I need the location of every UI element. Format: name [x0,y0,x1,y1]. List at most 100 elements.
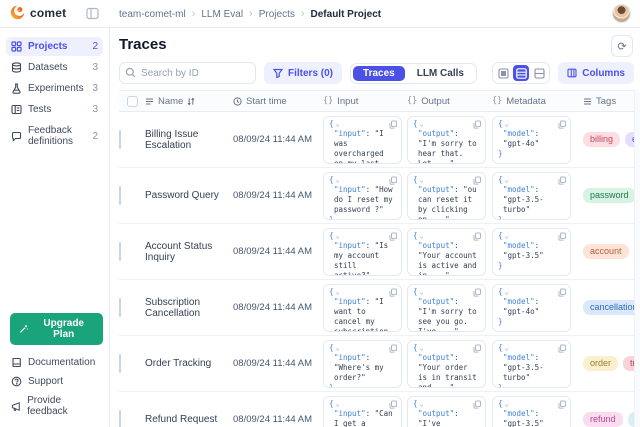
chevron-down-icon[interactable]: ⌄ [336,233,340,240]
sidebar-item-datasets[interactable]: Datasets 3 [6,58,103,77]
trace-name[interactable]: Subscription Cancellation [145,297,233,319]
refresh-button[interactable]: ⟳ [611,35,633,57]
sidebar-item-support[interactable]: Support [6,372,103,391]
table-row[interactable]: Account Status Inquiry 08/09/24 11:44 AM… [119,224,640,280]
copy-icon[interactable] [389,232,397,241]
chevron-down-icon[interactable]: ⌄ [336,121,340,128]
output-json-box[interactable]: {⌄outputYour account is active and in ..… [407,228,486,276]
header-start-time[interactable]: Start time [233,96,323,107]
sidebar-item-experiments[interactable]: Experiments 3 [6,79,103,98]
trace-name[interactable]: Password Query [145,190,233,201]
input-json-box[interactable]: {⌄inputCan I get a refund for my last pu… [323,396,402,427]
density-medium-button[interactable] [513,65,529,81]
tag-badge[interactable]: billing [583,132,620,147]
chevron-down-icon[interactable]: ⌄ [336,289,340,296]
chevron-down-icon[interactable]: ⌄ [420,345,424,352]
input-json-box[interactable]: {⌄inputI want to cancel my subscription.… [323,284,402,332]
chevron-down-icon[interactable]: ⌄ [505,289,509,296]
breadcrumb-projects[interactable]: Projects [259,9,295,20]
sidebar-item-provide-feedback[interactable]: Provide feedback [6,391,103,421]
chevron-down-icon[interactable]: ⌄ [420,233,424,240]
row-checkbox[interactable] [119,186,121,205]
filters-button[interactable]: Filters (0) [264,62,342,84]
chevron-down-icon[interactable]: ⌄ [336,401,340,408]
chevron-down-icon[interactable]: ⌄ [505,121,509,128]
breadcrumb-workspace[interactable]: team-comet-ml [119,9,186,20]
chevron-down-icon[interactable]: ⌄ [505,401,509,408]
comet-logo[interactable]: comet [10,5,66,20]
tag-badge[interactable]: refund [583,412,623,427]
row-checkbox[interactable] [119,130,121,149]
copy-icon[interactable] [558,176,566,185]
table-row[interactable]: Subscription Cancellation 08/09/24 11:44… [119,280,640,336]
copy-icon[interactable] [558,232,566,241]
row-checkbox[interactable] [119,354,121,373]
output-json-box[interactable]: {⌄outputI've submitted your refund reque… [407,396,486,427]
metadata-json-box[interactable]: {⌄modelgpt-3.5-turbo} [492,172,571,220]
tag-badge[interactable]: order [583,356,618,371]
chevron-down-icon[interactable]: ⌄ [420,289,424,296]
output-json-box[interactable]: {⌄outputou can reset it by clicking on .… [407,172,486,220]
chevron-down-icon[interactable]: ⌄ [505,345,509,352]
copy-icon[interactable] [473,344,481,353]
user-avatar[interactable] [612,4,631,23]
copy-icon[interactable] [473,400,481,409]
chevron-down-icon[interactable]: ⌄ [420,401,424,408]
header-tags[interactable]: Tags [577,96,640,107]
copy-icon[interactable] [558,344,566,353]
density-large-button[interactable] [531,65,547,81]
input-json-box[interactable]: {⌄inputWhere's my order?} [323,340,402,388]
row-checkbox[interactable] [119,298,121,317]
sidebar-item-documentation[interactable]: Documentation [6,353,103,372]
row-checkbox[interactable] [119,242,121,261]
chevron-down-icon[interactable]: ⌄ [505,233,509,240]
copy-icon[interactable] [389,176,397,185]
row-checkbox[interactable] [119,410,121,427]
metadata-json-box[interactable]: {⌄modelgpt-3.5} [492,228,571,276]
copy-icon[interactable] [389,400,397,409]
output-json-box[interactable]: {⌄outputI'm sorry to hear that. Let ...} [407,116,486,164]
copy-icon[interactable] [473,288,481,297]
input-json-box[interactable]: {⌄inputI was overcharged on my last invo… [323,116,402,164]
trace-name[interactable]: Billing Issue Escalation [145,129,233,151]
density-small-button[interactable] [495,65,511,81]
table-row[interactable]: Password Query 08/09/24 11:44 AM {⌄input… [119,168,640,224]
trace-name[interactable]: Refund Request [145,414,233,425]
metadata-json-box[interactable]: {⌄modelgpt-4o} [492,284,571,332]
table-row[interactable]: Refund Request 08/09/24 11:44 AM {⌄input… [119,392,640,427]
tag-badge[interactable]: password [583,188,636,203]
tab-llm-calls[interactable]: LLM Calls [407,66,474,81]
header-input[interactable]: {} Input [323,96,407,107]
header-metadata[interactable]: {} Metadata [492,96,577,107]
trace-name[interactable]: Order Tracking [145,358,233,369]
sidebar-item-tests[interactable]: Tests 3 [6,100,103,119]
header-output[interactable]: {} Output [407,96,492,107]
copy-icon[interactable] [473,232,481,241]
copy-icon[interactable] [473,176,481,185]
chevron-down-icon[interactable]: ⌄ [505,177,509,184]
sidebar-item-feedback-definitions[interactable]: Feedback definitions 2 [6,121,103,151]
input-json-box[interactable]: {⌄inputIs my account still active?} [323,228,402,276]
chevron-down-icon[interactable]: ⌄ [420,177,424,184]
metadata-json-box[interactable]: {⌄modelgpt-4o} [492,116,571,164]
output-json-box[interactable]: {⌄outputI'm sorry to see you go. I've ..… [407,284,486,332]
metadata-json-box[interactable]: {⌄modelgpt-3.5} [492,396,571,427]
search-input[interactable] [119,62,256,84]
tag-badge[interactable]: account [583,244,629,259]
metadata-json-box[interactable]: {⌄modelgpt-3.5-turbo} [492,340,571,388]
copy-icon[interactable] [389,344,397,353]
output-json-box[interactable]: {⌄outputYour order is in transit and ...… [407,340,486,388]
copy-icon[interactable] [558,288,566,297]
copy-icon[interactable] [558,400,566,409]
chevron-down-icon[interactable]: ⌄ [336,177,340,184]
table-row[interactable]: Billing Issue Escalation 08/09/24 11:44 … [119,112,640,168]
table-scrollbar[interactable] [634,90,640,427]
trace-name[interactable]: Account Status Inquiry [145,241,233,263]
sort-icon[interactable] [187,97,195,106]
copy-icon[interactable] [389,288,397,297]
sidebar-collapse-icon[interactable] [86,7,99,20]
copy-icon[interactable] [558,120,566,129]
chevron-down-icon[interactable]: ⌄ [336,345,340,352]
chevron-down-icon[interactable]: ⌄ [420,121,424,128]
sidebar-item-projects[interactable]: Projects 2 [6,37,103,56]
